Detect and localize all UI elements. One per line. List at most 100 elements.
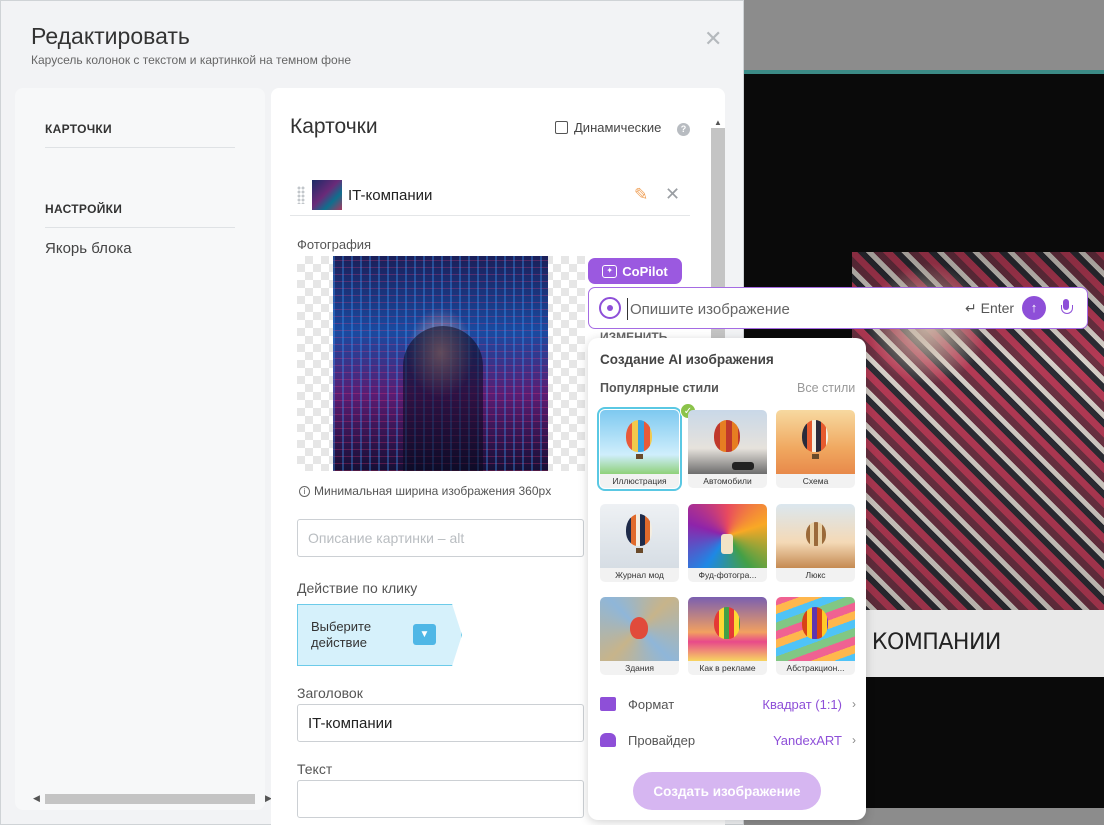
min-width-hint: i Минимальная ширина изображения 360px (299, 484, 551, 498)
style-thumbnail (776, 410, 855, 474)
provider-label: Провайдер (628, 732, 696, 748)
edit-pencil-icon[interactable]: ✎ (634, 185, 648, 205)
basket-icon (636, 548, 643, 553)
close-icon[interactable]: ✕ (704, 28, 722, 50)
chevron-right-icon: › (852, 733, 856, 747)
enter-label: Enter (980, 300, 1015, 316)
style-thumbnail (600, 597, 679, 661)
style-thumbnail (600, 504, 679, 568)
copilot-prompt-bar: ↵ Enter ↑ (588, 287, 1088, 329)
scroll-left-icon[interactable]: ◀ (33, 793, 40, 804)
chevron-down-icon[interactable]: ▼ (413, 624, 436, 645)
style-illustration[interactable]: Иллюстрация (597, 407, 682, 491)
modal-subtitle: Карусель колонок с текстом и картинкой н… (31, 53, 352, 67)
style-thumbnail (688, 410, 767, 474)
card-item[interactable]: IT-компании ✎ ✕ (290, 176, 690, 216)
format-label: Формат (628, 696, 675, 712)
checkbox-icon[interactable] (555, 121, 568, 134)
style-label: Как в рекламе (688, 661, 767, 675)
info-icon: i (299, 485, 310, 497)
preview-caption-box: Е КОМПАНИИ (852, 610, 1104, 677)
heading-input[interactable] (297, 704, 584, 742)
text-input[interactable] (297, 780, 584, 818)
car-icon (732, 462, 754, 470)
balloon-icon (714, 420, 740, 452)
preview-caption-text: Е КОМПАНИИ (852, 630, 1001, 655)
style-label: Фуд-фотогра... (688, 568, 767, 582)
popular-styles-label: Популярные стили (600, 381, 719, 395)
style-label: Журнал мод (600, 568, 679, 582)
copilot-logo-icon (599, 297, 621, 319)
heading-label: Заголовок (297, 685, 363, 701)
alt-text-input[interactable] (297, 519, 584, 557)
text-label: Текст (297, 761, 333, 777)
style-label: Схема (776, 474, 855, 488)
style-food-photo[interactable]: Фуд-фотогра... (688, 504, 767, 582)
click-action-select[interactable]: Выберите действие ▼ (297, 604, 462, 666)
basket-icon (636, 454, 643, 459)
ai-panel-title: Создание AI изображения (600, 352, 774, 367)
balloon-icon (714, 607, 740, 639)
help-icon[interactable]: ? (677, 123, 690, 136)
enter-hint: ↵ Enter (965, 300, 1014, 317)
style-thumbnail (776, 504, 855, 568)
sidebar-divider (45, 227, 235, 228)
style-label: Люкс (776, 568, 855, 582)
min-width-hint-text: Минимальная ширина изображения 360px (314, 484, 552, 498)
card-name: IT-компании (348, 187, 433, 204)
copilot-button[interactable]: ✦ CoPilot (588, 258, 682, 284)
prompt-input[interactable] (627, 298, 947, 320)
style-thumbnail (600, 410, 679, 474)
provider-value: YandexART (773, 732, 842, 748)
all-styles-link[interactable]: Все стили (797, 381, 855, 395)
panel-title: Карточки (290, 115, 378, 138)
click-action-value: Выберите действие (311, 619, 372, 650)
balloon-icon (626, 514, 652, 546)
style-thumbnail (688, 504, 767, 568)
android-icon (600, 733, 616, 747)
preview-dark-footer (852, 677, 1104, 808)
drag-handle-icon[interactable] (297, 186, 305, 204)
card-thumbnail (312, 180, 342, 210)
modal-title: Редактировать (31, 23, 190, 49)
chevron-right-icon: › (852, 697, 856, 711)
basket-icon (812, 454, 819, 459)
microphone-icon[interactable] (1060, 298, 1073, 318)
scrollbar-thumb[interactable] (45, 794, 255, 804)
format-row[interactable]: Формат Квадрат (1:1) › (600, 692, 856, 716)
create-image-button[interactable]: Создать изображение (633, 772, 821, 810)
card-photo[interactable] (333, 256, 548, 471)
sidebar-item-cards[interactable]: КАРТОЧКИ (45, 122, 112, 136)
remove-icon[interactable]: ✕ (665, 184, 680, 205)
sidebar-item-anchor[interactable]: Якорь блока (45, 240, 132, 257)
dynamic-checkbox[interactable]: Динамические (555, 120, 661, 135)
style-abstract[interactable]: Абстракцион... (776, 597, 855, 675)
sidebar-horizontal-scrollbar[interactable]: ◀ ▶ (33, 791, 272, 805)
sidebar-divider (45, 147, 235, 148)
style-label: Иллюстрация (600, 474, 679, 488)
style-cars[interactable]: Автомобили (688, 410, 767, 488)
balloon-icon (806, 522, 826, 546)
style-fashion[interactable]: Журнал мод (600, 504, 679, 582)
click-action-label: Действие по клику (297, 580, 418, 596)
balloon-icon (630, 617, 648, 639)
send-arrow-icon[interactable]: ↑ (1022, 296, 1046, 320)
balloon-icon (626, 420, 652, 452)
copilot-label: CoPilot (622, 263, 668, 279)
enter-key-icon: ↵ (965, 300, 981, 316)
scroll-up-icon[interactable]: ▲ (714, 118, 722, 127)
photo-label: Фотография (297, 237, 372, 252)
style-label: Автомобили (688, 474, 767, 488)
balloon-icon (802, 607, 828, 639)
ai-image-panel: Создание AI изображения Популярные стили… (588, 338, 866, 820)
sidebar-item-settings[interactable]: НАСТРОЙКИ (45, 202, 122, 216)
style-scheme[interactable]: Схема (776, 410, 855, 488)
ai-image-icon: ✦ (602, 264, 618, 278)
style-luxury[interactable]: Люкс (776, 504, 855, 582)
image-icon (600, 697, 616, 711)
provider-row[interactable]: Провайдер YandexART › (600, 728, 856, 752)
style-buildings[interactable]: Здания (600, 597, 679, 675)
balloon-icon (802, 420, 828, 452)
candle-icon (721, 534, 733, 554)
style-advertising[interactable]: Как в рекламе (688, 597, 767, 675)
